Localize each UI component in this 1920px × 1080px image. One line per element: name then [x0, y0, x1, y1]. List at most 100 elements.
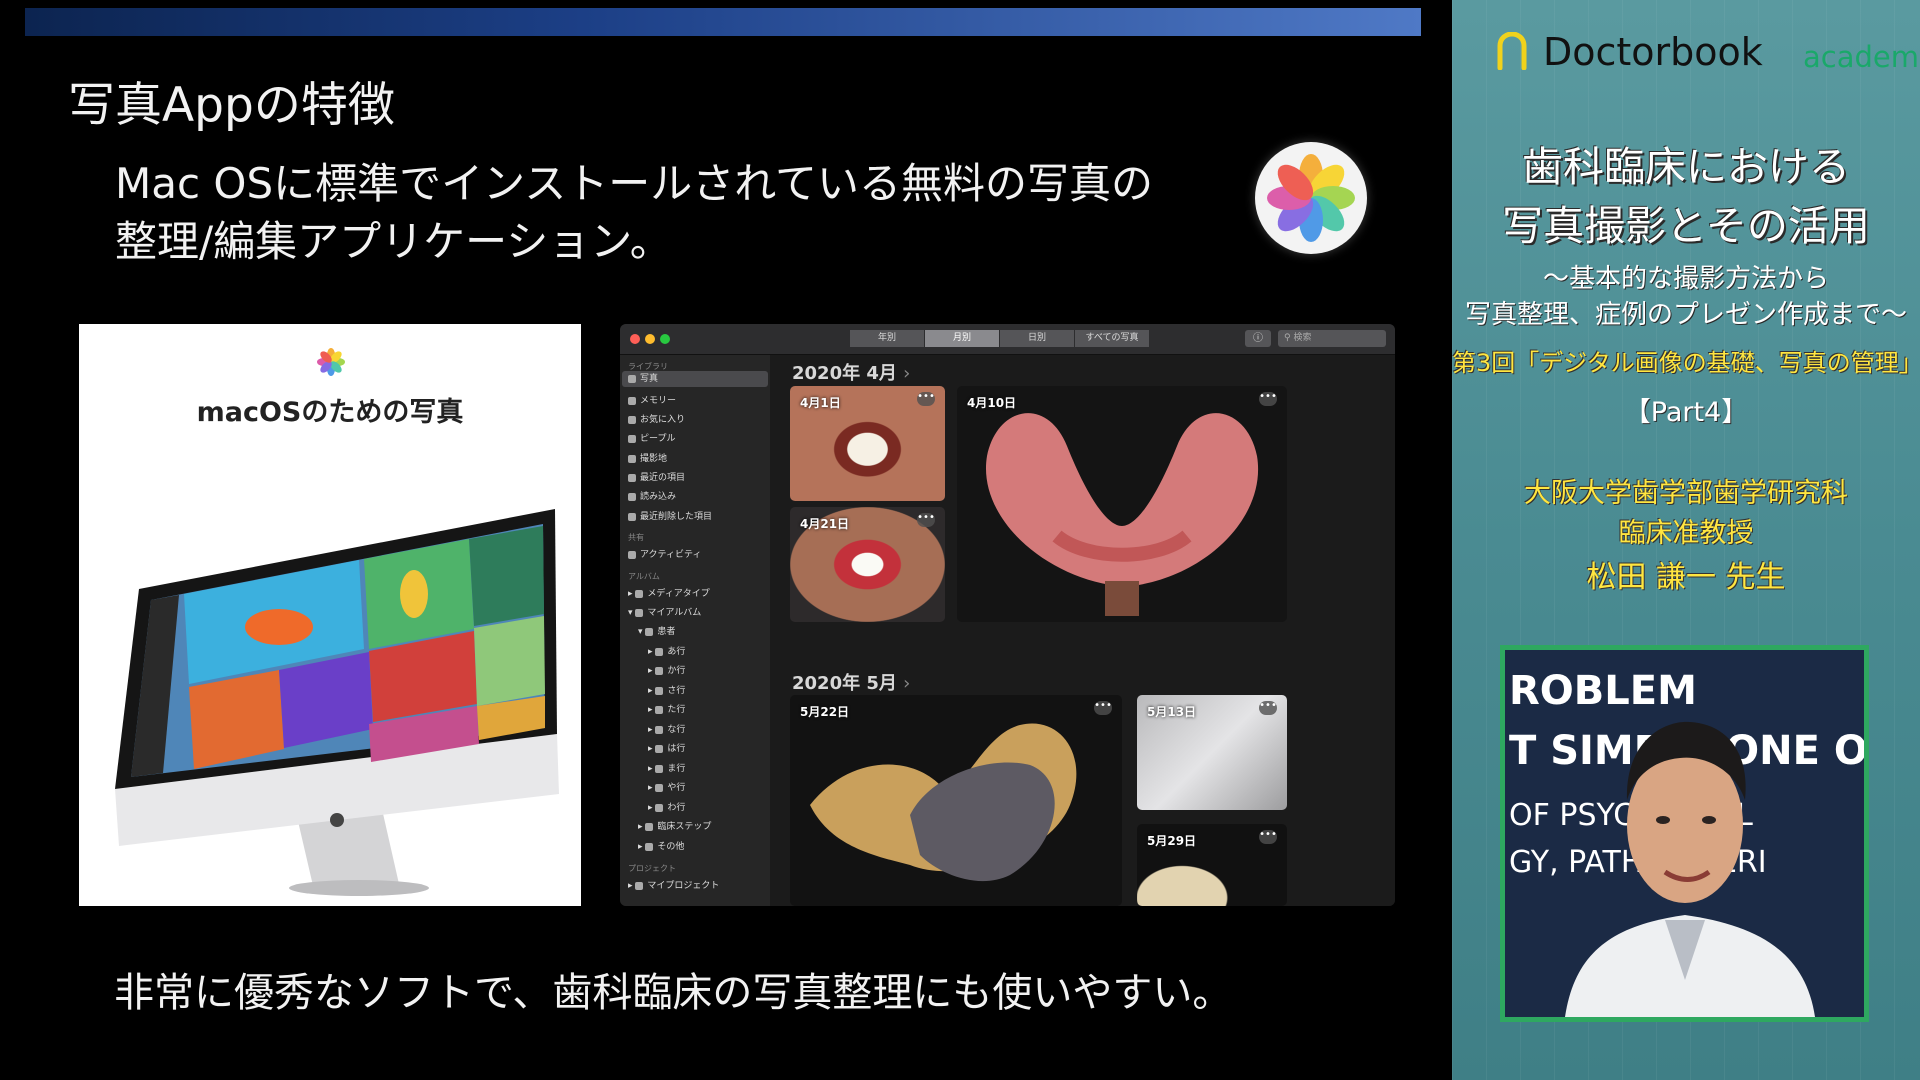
more-icon[interactable]: ••• [917, 392, 935, 406]
sidebar-item-favorites[interactable]: お気に入り [628, 412, 685, 425]
sidebar-folder-ta[interactable]: ▸ た行 [648, 702, 685, 715]
tab-years[interactable]: 年別 [850, 330, 924, 347]
tab-months[interactable]: 月別 [925, 330, 999, 347]
sidebar-item-imports[interactable]: 読み込み [628, 489, 676, 502]
sidebar-folder-ha[interactable]: ▸ は行 [648, 741, 685, 754]
photo-tile[interactable]: 5月22日 ••• [790, 695, 1122, 906]
sidebar-item-my-projects[interactable]: ▸ マイプロジェクト [628, 878, 719, 891]
sidebar-folder-sa[interactable]: ▸ さ行 [648, 683, 685, 696]
view-tabs: 年別 月別 日別 すべての写真 [850, 330, 1152, 348]
sidebar-section-shared: 共有 [628, 533, 644, 542]
sidebar-item-my-albums[interactable]: ▾ マイアルバム [628, 605, 701, 618]
folder-icon [645, 627, 654, 636]
sidebar-item-media-types[interactable]: ▸ メディアタイプ [628, 586, 710, 599]
sidebar-item-recently-deleted[interactable]: 最近削除した項目 [628, 509, 712, 522]
lecturer-portrait [1565, 721, 1815, 1017]
month-header-may: 2020年 5月 › [792, 673, 911, 694]
import-icon [628, 492, 636, 501]
sidebar-folder-ka[interactable]: ▸ か行 [648, 663, 685, 676]
product-title: macOSのための写真 [196, 397, 464, 428]
imac-illustration [115, 509, 559, 896]
folder-icon [655, 725, 664, 734]
photos-icon [628, 374, 636, 383]
trash-icon [628, 512, 636, 521]
cloud-icon [628, 550, 636, 559]
sidebar-item-recents[interactable]: 最近の項目 [628, 470, 685, 483]
photo-tile[interactable]: 5月13日 ••• [1137, 695, 1287, 810]
search-input[interactable]: ⚲ 検索 [1278, 330, 1386, 347]
sidebar-item-other[interactable]: ▸ その他 [638, 839, 684, 852]
sidebar-item-people[interactable]: ピープル [628, 431, 675, 444]
sidebar-item-patients[interactable]: ▾ 患者 [638, 624, 675, 637]
sidebar-item-photos[interactable]: 写真 [622, 371, 768, 387]
course-subtitle-line-1: 〜基本的な撮影方法から [1542, 264, 1829, 294]
window-toolbar: 年別 月別 日別 すべての写真 ⓘ ⚲ 検索 [620, 324, 1395, 355]
sidebar-section-projects: プロジェクト [628, 864, 676, 873]
more-icon[interactable]: ••• [1259, 392, 1277, 406]
photos-sidebar: ライブラリ 写真 メモリー お気に入り ピープル 撮影地 最近の項目 読み込み … [620, 355, 770, 906]
tab-days[interactable]: 日別 [1000, 330, 1074, 347]
info-button[interactable]: ⓘ [1245, 330, 1271, 347]
folder-icon [635, 881, 644, 890]
course-title-line-1: 歯科臨床における [1522, 143, 1850, 191]
sidebar-folder-ma[interactable]: ▸ ま行 [648, 761, 685, 774]
sidebar-item-activity[interactable]: アクティビティ [628, 547, 701, 560]
folder-icon [655, 647, 664, 656]
lecturer-name: 松田 謙一 先生 [1586, 560, 1786, 595]
sidebar-section-albums: アルバム [628, 572, 660, 581]
zoom-window-button[interactable] [660, 334, 670, 344]
photo-tile[interactable]: 4月21日 ••• [790, 507, 945, 622]
session-title: 第3回「デジタル画像の基礎、写真の管理」 [1452, 349, 1920, 377]
folder-icon [645, 822, 654, 831]
slide: 写真Appの特徴 Mac OSに標準でインストールされている無料の写真の 整理/… [0, 0, 1452, 1080]
search-placeholder: 検索 [1293, 333, 1312, 343]
folder-icon [655, 764, 664, 773]
more-icon[interactable]: ••• [1259, 830, 1277, 844]
chevron-right-icon: › [903, 673, 911, 694]
recents-icon [628, 473, 636, 482]
more-icon[interactable]: ••• [1259, 701, 1277, 715]
denture-photo [985, 413, 1259, 616]
tab-all-photos[interactable]: すべての写真 [1075, 330, 1149, 347]
heart-icon [628, 415, 636, 424]
lecturer-webcam-feed: ROBLEM T SIMPLY ONE OF M OF PSYCH YSIOL … [1500, 645, 1869, 1022]
folder-icon [655, 744, 664, 753]
macos-photos-promo-image: macOSのための写真 [79, 324, 581, 906]
lecturer-affiliation: 大阪大学歯学部歯学研究科 [1524, 478, 1848, 509]
folder-icon [655, 666, 664, 675]
course-subtitle-line-2: 写真整理、症例のプレゼン作成まで〜 [1464, 300, 1907, 330]
folder-icon [635, 589, 644, 598]
sidebar-folder-na[interactable]: ▸ な行 [648, 722, 685, 735]
sidebar-item-clinical-steps[interactable]: ▸ 臨床ステップ [638, 819, 711, 832]
folder-icon [645, 842, 654, 851]
intro-line-2: 整理/編集アプリケーション。 [115, 217, 672, 266]
minimize-window-button[interactable] [645, 334, 655, 344]
part-label: 【Part4】 [1623, 397, 1749, 428]
person-icon [628, 434, 636, 443]
sidebar-folder-a[interactable]: ▸ あ行 [648, 644, 685, 657]
photo-grid: 2020年 4月 › 4月1日 ••• 4月21日 ••• 4月10日 ••• … [770, 355, 1395, 906]
more-icon[interactable]: ••• [917, 513, 935, 527]
folder-icon [655, 705, 664, 714]
slide-header-bar [25, 8, 1421, 36]
doctorbook-logo-icon [1497, 32, 1527, 70]
photos-app-icon [1255, 142, 1367, 254]
slide-intro: Mac OSに標準でインストールされている無料の写真の 整理/編集アプリケーショ… [115, 155, 1215, 271]
course-title-line-2: 写真撮影とその活用 [1502, 202, 1870, 250]
photo-tile[interactable]: 4月10日 ••• [957, 386, 1287, 622]
sidebar-item-memories[interactable]: メモリー [628, 393, 676, 406]
lecturer-position: 臨床准教授 [1618, 518, 1754, 549]
slide-title: 写真Appの特徴 [68, 78, 395, 133]
photos-flower-icon [317, 348, 345, 376]
more-icon[interactable]: ••• [1094, 701, 1112, 715]
sidebar-folder-wa[interactable]: ▸ わ行 [648, 800, 685, 813]
impression-tray-photo [810, 723, 1077, 882]
photo-tile[interactable]: 4月1日 ••• [790, 386, 945, 501]
photo-tile[interactable]: 5月29日 ••• [1137, 824, 1287, 906]
sidebar-item-places[interactable]: 撮影地 [628, 451, 667, 464]
close-window-button[interactable] [630, 334, 640, 344]
folder-icon [655, 686, 664, 695]
sidebar-folder-ya[interactable]: ▸ や行 [648, 780, 685, 793]
folder-icon [655, 803, 664, 812]
folder-icon [655, 783, 664, 792]
